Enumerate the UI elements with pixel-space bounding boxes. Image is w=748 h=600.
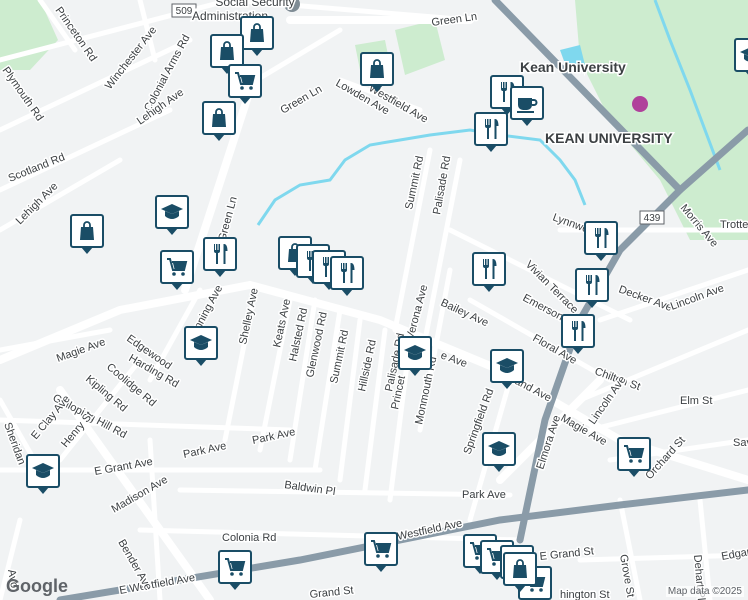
shopping-cart-icon xyxy=(233,69,257,93)
svg-text:Scotland Rd: Scotland Rd xyxy=(7,151,67,185)
map-canvas[interactable]: 509 439 Social Security Administration K… xyxy=(0,0,748,600)
school-marker[interactable] xyxy=(155,195,189,235)
school-marker[interactable] xyxy=(482,432,516,472)
coffee-cup-icon xyxy=(515,91,539,115)
shopping-marker[interactable] xyxy=(503,552,537,592)
graduation-cap-icon xyxy=(739,43,748,67)
svg-text:Colonia Rd: Colonia Rd xyxy=(222,532,276,544)
shopping-bag-icon xyxy=(215,39,239,63)
svg-text:Green Ln: Green Ln xyxy=(279,83,325,116)
google-logo: Google xyxy=(6,576,68,596)
svg-text:Green Ln: Green Ln xyxy=(431,11,478,29)
fork-knife-icon xyxy=(208,242,232,266)
fork-knife-icon xyxy=(580,273,604,297)
svg-text:Madison Ave: Madison Ave xyxy=(110,474,170,516)
shopping-cart-icon xyxy=(223,555,247,579)
svg-text:Trotter: Trotter xyxy=(720,219,748,231)
graduation-cap-icon xyxy=(495,354,519,378)
shopping-cart-icon xyxy=(369,537,393,561)
svg-text:Baldwin Pl: Baldwin Pl xyxy=(284,479,337,498)
school-marker[interactable] xyxy=(26,454,60,494)
restaurant-marker[interactable] xyxy=(584,221,618,261)
restaurant-marker[interactable] xyxy=(203,237,237,277)
shopping-bag-icon xyxy=(207,106,231,130)
svg-text:Bailey Ave: Bailey Ave xyxy=(439,297,490,330)
restaurant-marker[interactable] xyxy=(472,252,506,292)
graduation-cap-icon xyxy=(31,459,55,483)
shopping-bag-icon xyxy=(508,557,532,581)
svg-text:Green Ln: Green Ln xyxy=(216,195,239,242)
social-security-label: Social Security xyxy=(215,0,294,9)
kean-university-caps-label: KEAN UNIVERSITY xyxy=(545,130,673,146)
shopping-bag-icon xyxy=(245,21,269,45)
restaurant-marker[interactable] xyxy=(575,268,609,308)
svg-text:509: 509 xyxy=(176,6,193,17)
shopping-marker[interactable] xyxy=(240,16,274,56)
svg-text:Elm St: Elm St xyxy=(680,395,712,407)
svg-text:Plymouth Rd: Plymouth Rd xyxy=(0,65,45,123)
grocery-marker[interactable] xyxy=(218,550,252,590)
school-marker[interactable] xyxy=(398,336,432,376)
school-marker[interactable] xyxy=(490,349,524,389)
fork-knife-icon xyxy=(335,261,359,285)
grocery-marker[interactable] xyxy=(617,437,651,477)
svg-text:Edgar: Edgar xyxy=(720,546,748,563)
shopping-cart-icon xyxy=(165,255,189,279)
graduation-cap-icon xyxy=(487,437,511,461)
graduation-cap-icon xyxy=(160,200,184,224)
school-marker[interactable] xyxy=(184,326,218,366)
svg-text:hington St: hington St xyxy=(560,589,610,600)
fork-knife-icon xyxy=(589,226,613,250)
map-copyright: Map data ©2025 xyxy=(665,586,744,597)
shopping-marker[interactable] xyxy=(360,52,394,92)
svg-text:Hillside Rd: Hillside Rd xyxy=(356,339,379,393)
svg-text:Keats Ave: Keats Ave xyxy=(271,298,293,349)
shopping-marker[interactable] xyxy=(202,101,236,141)
graduation-cap-icon xyxy=(189,331,213,355)
restaurant-marker[interactable] xyxy=(474,112,508,152)
svg-text:Grand St: Grand St xyxy=(309,584,354,600)
shopping-marker[interactable] xyxy=(210,34,244,74)
fork-knife-icon xyxy=(477,257,501,281)
fork-knife-icon xyxy=(479,117,503,141)
graduation-cap-icon xyxy=(403,341,427,365)
svg-text:Park Ave: Park Ave xyxy=(182,440,227,461)
school-marker[interactable] xyxy=(734,38,748,78)
grocery-marker[interactable] xyxy=(364,532,398,572)
svg-text:Shelley Ave: Shelley Ave xyxy=(237,287,261,346)
grocery-marker[interactable] xyxy=(228,64,262,104)
cafe-marker[interactable] xyxy=(510,86,544,126)
svg-text:Park Ave: Park Ave xyxy=(462,489,506,501)
restaurant-marker[interactable] xyxy=(330,256,364,296)
shopping-marker[interactable] xyxy=(70,214,104,254)
university-poi-icon xyxy=(632,96,648,112)
svg-text:Lehigh Ave: Lehigh Ave xyxy=(14,180,61,227)
shopping-bag-icon xyxy=(365,57,389,81)
shopping-bag-icon xyxy=(75,219,99,243)
shopping-cart-icon xyxy=(622,442,646,466)
kean-university-label: Kean University xyxy=(520,59,626,75)
grocery-marker[interactable] xyxy=(160,250,194,290)
svg-text:Sav: Sav xyxy=(733,437,748,449)
fork-knife-icon xyxy=(566,319,590,343)
svg-text:439: 439 xyxy=(644,213,661,224)
restaurant-marker[interactable] xyxy=(561,314,595,354)
